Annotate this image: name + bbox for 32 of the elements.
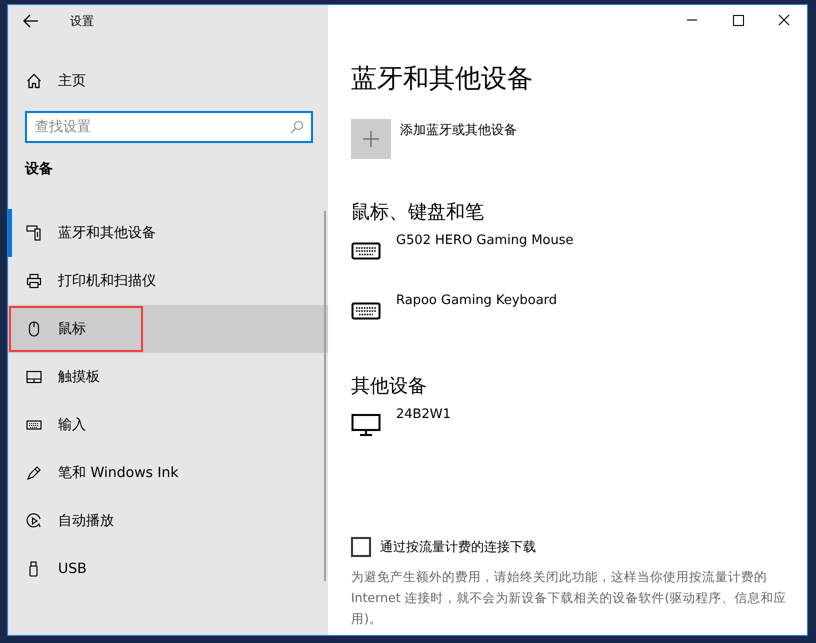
back-icon[interactable]	[23, 14, 39, 28]
nav-item[interactable]: 鼠标	[8, 305, 328, 353]
home-icon[interactable]	[26, 73, 42, 89]
checkbox-label: 通过按流量计费的连接下载	[380, 539, 536, 556]
description-text: 为避免产生额外的费用，请始终关闭此功能，这样当你使用按流量计费的 Internet 连接时，就不会为新设备下载相关的设备软件(驱动程序、信息和应用)。	[351, 568, 787, 628]
touchpad-icon	[26, 369, 42, 385]
window-title: 设置	[70, 12, 94, 30]
nav-item[interactable]: 笔和 Windows Ink	[8, 449, 328, 497]
pen-icon	[26, 465, 42, 481]
play-icon	[26, 513, 42, 529]
nav-item[interactable]: USB	[8, 545, 328, 593]
section-heading: 其他设备	[351, 374, 428, 399]
monitor-icon	[351, 413, 381, 437]
device-name[interactable]: G502 HERO Gaming Mouse	[396, 233, 574, 248]
printer-icon	[26, 273, 42, 289]
plus-icon	[362, 130, 380, 148]
section-heading: 鼠标、键盘和笔	[351, 200, 485, 225]
mouse-icon	[26, 321, 42, 337]
page-title: 蓝牙和其他设备	[351, 63, 534, 96]
nav-item[interactable]: 自动播放	[8, 497, 328, 545]
checkbox[interactable]	[351, 537, 371, 557]
search-icon	[290, 120, 304, 134]
search-field[interactable]: 查找设置	[25, 111, 313, 143]
nav-item[interactable]: 输入	[8, 401, 328, 449]
add-device-label[interactable]: 添加蓝牙或其他设备	[400, 121, 517, 159]
section-heading: 设备	[25, 160, 54, 178]
home-link[interactable]: 主页	[58, 72, 86, 90]
device-name[interactable]: 24B2W1	[396, 407, 451, 422]
nav-item[interactable]: 触摸板	[8, 353, 328, 401]
device-name[interactable]: Rapoo Gaming Keyboard	[396, 293, 558, 308]
devices-icon	[26, 225, 42, 241]
nav-item[interactable]: 打印机和扫描仪	[8, 257, 328, 305]
